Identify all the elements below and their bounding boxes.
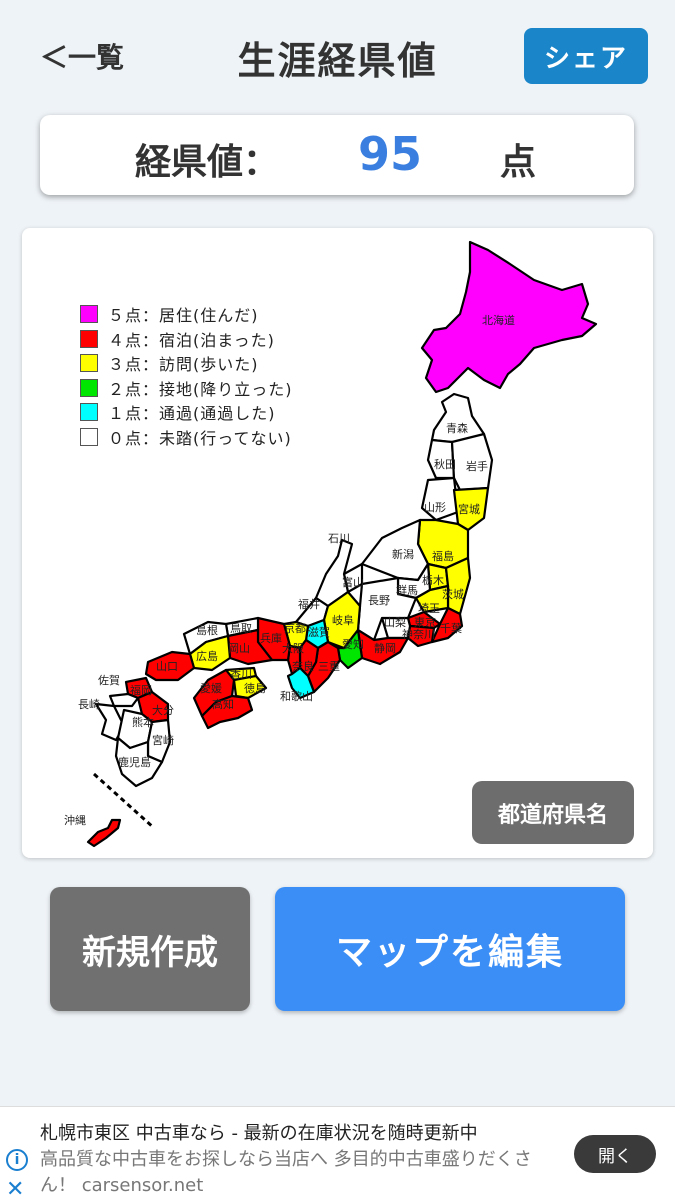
ad-banner[interactable]: i ✕ 札幌市東区 中古車なら - 最新の在庫状況を随時更新中 高品質な中古車を… <box>0 1106 675 1200</box>
label-wakayama: 和歌山 <box>280 689 313 703</box>
label-kochi: 高知 <box>212 697 234 711</box>
label-aichi: 愛知 <box>342 637 364 651</box>
legend-item-5: ５点：居住(住んだ) <box>80 302 293 327</box>
legend-label: １点：通過(通過した) <box>108 404 276 424</box>
label-tokyo: 東京 <box>414 615 436 629</box>
label-saitama: 埼玉 <box>418 601 440 615</box>
label-akita: 秋田 <box>434 457 456 471</box>
label-iwate: 岩手 <box>466 459 488 473</box>
label-fukui: 福井 <box>298 597 320 611</box>
label-shizuoka: 静岡 <box>374 641 396 655</box>
label-kagawa: 香川 <box>230 668 252 681</box>
close-icon[interactable]: ✕ <box>6 1177 24 1200</box>
legend-item-3: ３点：訪問(歩いた) <box>80 351 293 376</box>
label-saga: 佐賀 <box>98 673 120 687</box>
legend-swatch <box>80 427 98 446</box>
label-tochigi: 栃木 <box>422 573 444 587</box>
legend-item-0: ０点：未踏(行ってない) <box>80 425 293 450</box>
legend-label: ４点：宿泊(泊まった) <box>108 330 275 350</box>
prefecture-names-button[interactable]: 都道府県名 <box>472 781 634 844</box>
score-unit: 点 <box>500 142 537 183</box>
legend-swatch <box>80 354 98 373</box>
ad-description[interactable]: 高品質な中古車をお探しなら当店へ 多目的中古車盛りだくさん！ carsensor… <box>40 1147 560 1199</box>
label-tokushima: 徳島 <box>244 681 266 695</box>
label-okayama: 岡山 <box>228 642 250 655</box>
label-nagano: 長野 <box>368 594 390 607</box>
label-chiba: 千葉 <box>440 621 462 635</box>
new-map-button[interactable]: 新規作成 <box>50 887 250 1011</box>
legend-label: ２点：接地(降り立った) <box>108 379 293 399</box>
label-fukuoka: 福岡 <box>130 683 152 697</box>
label-miyagi: 宮城 <box>458 502 480 516</box>
edit-map-button[interactable]: マップを編集 <box>275 887 625 1011</box>
label-niigata: 新潟 <box>392 547 414 561</box>
label-hyogo: 兵庫 <box>260 631 282 645</box>
label-shiga: 滋賀 <box>308 626 330 639</box>
japan-map-card: 北海道 青森 秋田 岩手 山形 宮城 石川 新潟 福島 富山 群馬 栃木 茨城 … <box>22 228 653 858</box>
label-tottori: 鳥取 <box>230 621 252 635</box>
pref-okinawa <box>86 818 122 848</box>
legend-label: ０点：未踏(行ってない) <box>108 428 292 448</box>
label-gunma: 群馬 <box>396 583 418 597</box>
legend-swatch <box>80 403 98 422</box>
legend-swatch <box>80 305 98 324</box>
score-value: 95 <box>358 127 423 181</box>
label-toyama: 富山 <box>342 575 364 589</box>
label-yamaguchi: 山口 <box>156 660 178 673</box>
label-okinawa: 沖縄 <box>64 813 86 827</box>
label-nara: 奈良 <box>292 659 314 673</box>
label-ibaraki: 茨城 <box>442 587 464 601</box>
score-label: 経県値： <box>135 142 280 183</box>
label-yamagata: 山形 <box>424 501 446 514</box>
score-card: 経県値： 95 点 <box>40 115 634 195</box>
legend-label: ３点：訪問(歩いた) <box>108 355 259 375</box>
header: ＜一覧 生涯経県値 シェア <box>0 0 675 110</box>
legend: ５点：居住(住んだ) ４点：宿泊(泊まった) ３点：訪問(歩いた) ２点：接地(… <box>80 302 293 449</box>
info-icon[interactable]: i <box>6 1149 28 1171</box>
label-kagoshima: 鹿児島 <box>118 755 151 769</box>
label-miyazaki: 宮崎 <box>152 733 174 747</box>
label-kumamoto: 熊本 <box>132 715 154 729</box>
label-mie: 三重 <box>318 659 340 673</box>
legend-item-2: ２点：接地(降り立った) <box>80 376 293 401</box>
label-hokkaido: 北海道 <box>482 313 515 327</box>
legend-item-1: １点：通過(通過した) <box>80 400 293 425</box>
label-fukushima: 福島 <box>432 549 454 563</box>
legend-swatch <box>80 378 98 397</box>
label-yamanashi: 山梨 <box>384 615 406 629</box>
label-oita: 大分 <box>152 703 174 717</box>
label-osaka: 大阪 <box>282 641 304 655</box>
label-gifu: 岐阜 <box>332 614 354 627</box>
label-aomori: 青森 <box>446 421 468 435</box>
label-ehime: 愛媛 <box>200 681 222 695</box>
legend-item-4: ４点：宿泊(泊まった) <box>80 327 293 352</box>
ad-title[interactable]: 札幌市東区 中古車なら - 最新の在庫状況を随時更新中 <box>40 1119 478 1145</box>
label-nagasaki: 長崎 <box>78 697 100 711</box>
label-ishikawa: 石川 <box>328 532 350 545</box>
legend-label: ５点：居住(住んだ) <box>108 306 259 326</box>
legend-swatch <box>80 329 98 348</box>
share-button[interactable]: シェア <box>524 28 648 84</box>
label-hiroshima: 広島 <box>196 649 218 663</box>
ad-open-button[interactable]: 開く <box>574 1135 656 1173</box>
label-kanagawa: 神奈川 <box>402 627 435 641</box>
label-kyoto: 京都 <box>284 621 306 635</box>
label-shimane: 島根 <box>196 623 218 637</box>
pref-ibaraki <box>444 556 472 616</box>
